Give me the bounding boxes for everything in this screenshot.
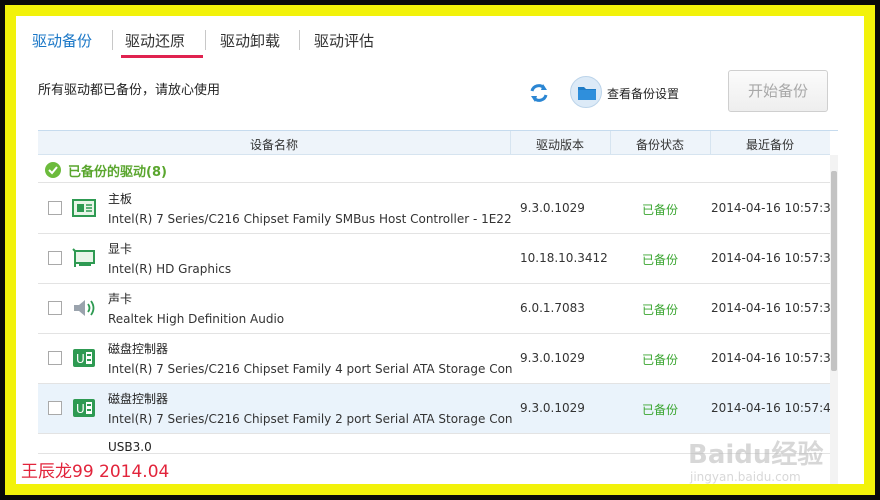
device-name: Intel(R) HD Graphics (108, 262, 232, 276)
backup-settings-button[interactable] (570, 76, 602, 108)
row-checkbox[interactable] (48, 251, 62, 265)
driver-version: 9.3.0.1029 (520, 201, 585, 215)
baidu-jingyan-watermark: Baidu经验 jingyan.baidu.com (688, 434, 858, 484)
last-backup-time: 2014-04-16 10:57:39 (711, 351, 838, 365)
table-row[interactable]: 主板 Intel(R) 7 Series/C216 Chipset Family… (38, 184, 838, 234)
table-row[interactable]: U 磁盘控制器 Intel(R) 7 Series/C216 Chipset F… (38, 334, 838, 384)
backed-up-group-header[interactable]: 已备份的驱动(8) (38, 155, 830, 183)
driver-table: 设备名称 驱动版本 备份状态 最近备份 已备份的驱动(8) 主板 Intel(R… (38, 130, 838, 484)
column-header-device-name[interactable]: 设备名称 (38, 136, 510, 153)
tab-driver-restore[interactable]: 驱动还原 (125, 30, 185, 51)
watermark-logo: Baidu经验 (688, 440, 824, 470)
device-name: Intel(R) 7 Series/C216 Chipset Family 4 … (108, 362, 512, 376)
folder-icon (578, 87, 596, 100)
speaker-icon (74, 300, 95, 316)
table-row[interactable]: 显卡 Intel(R) HD Graphics 10.18.10.3412 已备… (38, 234, 838, 284)
tab-bar: 驱动备份 驱动还原 驱动卸载 驱动评估 (16, 16, 864, 60)
device-category: USB3.0 (108, 440, 152, 454)
graphics-card-icon (72, 248, 95, 267)
tab-driver-evaluate[interactable]: 驱动评估 (314, 30, 374, 51)
column-header-last-backup[interactable]: 最近备份 (710, 136, 830, 153)
driver-version: 9.3.0.1029 (520, 401, 585, 415)
backup-status: 已备份 (642, 303, 679, 317)
device-category: 主板 (108, 192, 133, 206)
row-checkbox[interactable] (48, 351, 62, 365)
last-backup-time: 2014-04-16 10:57:38 (711, 301, 838, 315)
disk-controller-icon: U (73, 399, 95, 417)
row-checkbox[interactable] (48, 301, 62, 315)
device-name: Intel(R) 7 Series/C216 Chipset Family SM… (108, 212, 512, 226)
backup-status: 已备份 (642, 403, 679, 417)
backup-status: 已备份 (642, 353, 679, 367)
column-header-backup-status[interactable]: 备份状态 (610, 136, 710, 153)
device-name: Intel(R) 7 Series/C216 Chipset Family 2 … (108, 412, 512, 426)
tab-divider (299, 30, 300, 50)
refresh-icon[interactable] (528, 82, 550, 104)
tab-driver-uninstall[interactable]: 驱动卸载 (220, 30, 280, 51)
watermark-url: jingyan.baidu.com (690, 470, 801, 484)
driver-version: 10.18.10.3412 (520, 251, 608, 265)
svg-text:U: U (76, 352, 85, 366)
group-label: 已备份的驱动(8) (68, 165, 167, 180)
last-backup-time: 2014-04-16 10:57:36 (711, 201, 838, 215)
start-backup-button[interactable]: 开始备份 (728, 70, 828, 112)
driver-version: 6.0.1.7083 (520, 301, 585, 315)
device-name: Realtek High Definition Audio (108, 312, 285, 326)
device-category: 磁盘控制器 (108, 392, 169, 406)
table-header: 设备名称 驱动版本 备份状态 最近备份 (38, 131, 830, 155)
check-circle-icon (45, 162, 61, 178)
table-row[interactable]: 声卡 Realtek High Definition Audio 6.0.1.7… (38, 284, 838, 334)
tab-divider (112, 30, 113, 50)
tab-driver-backup[interactable]: 驱动备份 (32, 30, 92, 51)
device-category: 声卡 (108, 292, 133, 306)
driver-manager-window: 驱动备份 驱动还原 驱动卸载 驱动评估 所有驱动都已备份，请放心使用 查看备份设… (16, 16, 864, 484)
last-backup-time: 2014-04-16 10:57:40 (711, 401, 838, 415)
disk-controller-icon: U (73, 349, 95, 367)
view-backup-settings-link[interactable]: 查看备份设置 (607, 85, 679, 102)
row-checkbox[interactable] (48, 201, 62, 215)
column-header-driver-version[interactable]: 驱动版本 (510, 136, 610, 153)
device-category: 显卡 (108, 242, 133, 256)
backup-status: 已备份 (642, 253, 679, 267)
active-tab-underline (121, 55, 203, 58)
backup-status-message: 所有驱动都已备份，请放心使用 (38, 83, 221, 98)
motherboard-icon (72, 199, 96, 217)
tab-divider (205, 30, 206, 50)
scrollbar-thumb[interactable] (831, 171, 837, 371)
driver-version: 9.3.0.1029 (520, 351, 585, 365)
svg-text:U: U (76, 402, 85, 416)
author-signature: 王辰龙99 2014.04 (21, 462, 170, 482)
table-row[interactable]: U 磁盘控制器 Intel(R) 7 Series/C216 Chipset F… (38, 384, 838, 434)
row-checkbox[interactable] (48, 401, 62, 415)
last-backup-time: 2014-04-16 10:57:37 (711, 251, 838, 265)
backup-status: 已备份 (642, 203, 679, 217)
device-category: 磁盘控制器 (108, 342, 169, 356)
